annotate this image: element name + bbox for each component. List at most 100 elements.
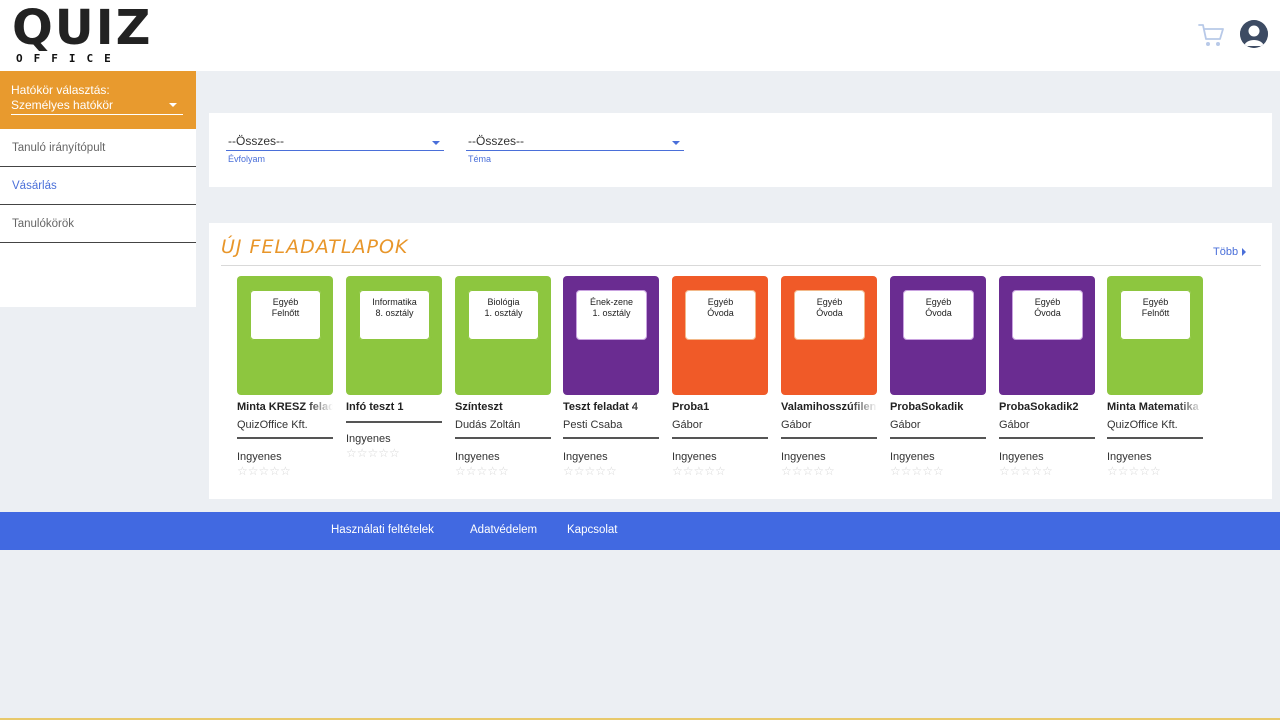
worksheet-subject-tag: Informatika 8. osztály: [357, 288, 432, 342]
worksheet-thumbnail[interactable]: Egyéb Óvoda: [999, 276, 1095, 395]
privacy-link[interactable]: Adatvédelem: [470, 524, 537, 536]
card-divider: [1107, 437, 1203, 439]
more-link-label: Több: [1213, 246, 1239, 258]
subject-label: Informatika: [372, 297, 417, 307]
worksheet-thumbnail[interactable]: Egyéb Óvoda: [781, 276, 877, 395]
caret-down-icon: [672, 141, 680, 145]
worksheet-price: Ingyenes: [672, 451, 717, 463]
card-divider: [781, 437, 877, 439]
worksheet-price: Ingyenes: [999, 451, 1044, 463]
user-avatar-icon[interactable]: [1240, 20, 1268, 48]
worksheet-card[interactable]: Egyéb Óvoda Proba1 Gábor Ingyenes ☆☆☆☆☆: [672, 276, 768, 477]
filter-panel: --Összes-- Évfolyam --Összes-- Téma: [209, 113, 1272, 187]
worksheet-card[interactable]: EgyébÓvoda Valamihosszúfilenév Gábor Ingyen…: [781, 276, 877, 477]
star-rating-icon[interactable]: ☆☆☆☆☆: [563, 465, 617, 477]
worksheet-card[interactable]: Ének-zene 1. osztály Teszt feladat 4 Pesti …: [563, 276, 659, 477]
contact-link[interactable]: Kapcsolat: [567, 524, 618, 536]
star-rating-icon[interactable]: ☆☆☆☆☆: [672, 465, 726, 477]
shopping-cart-icon[interactable]: [1197, 22, 1225, 48]
top-header: QUIZ OFFICE: [0, 0, 1280, 71]
grade-level-label: Óvoda: [1034, 308, 1061, 318]
terms-link[interactable]: Használati feltételek: [331, 524, 434, 536]
worksheet-thumbnail[interactable]: Egyéb Óvoda: [890, 276, 986, 395]
subject-label: Egyéb: [272, 297, 299, 307]
star-rating-icon[interactable]: ☆☆☆☆☆: [999, 465, 1053, 477]
star-rating-icon[interactable]: ☆☆☆☆☆: [237, 465, 291, 477]
sidebar-item-dashboard[interactable]: Tanuló irányítópult: [0, 129, 196, 167]
grade-select-value: --Összes--: [228, 134, 284, 148]
worksheet-title[interactable]: Színteszt: [455, 401, 551, 413]
subject-label: Egyéb: [707, 297, 734, 307]
worksheet-card[interactable]: Egyéb Felnőtt Minta Matematika QuizOffice K…: [1107, 276, 1203, 477]
worksheet-price: Ingyenes: [455, 451, 500, 463]
worksheet-title[interactable]: Infó teszt 1: [346, 401, 442, 413]
grade-level-label: 1. osztály: [484, 308, 523, 318]
scope-select[interactable]: Személyes hatókör: [11, 97, 183, 115]
star-rating-icon[interactable]: ☆☆☆☆☆: [1107, 465, 1161, 477]
subject-label: Ének-zene: [589, 297, 634, 307]
card-divider: [672, 437, 768, 439]
worksheet-card[interactable]: Egyéb Óvoda ProbaSokadik2 Gábor Ingyenes ☆☆☆☆…: [999, 276, 1095, 477]
subject-label: Biológia: [487, 297, 520, 307]
worksheet-title[interactable]: Minta KRESZ feladatlap: [237, 401, 333, 413]
caret-down-icon: [432, 141, 440, 145]
logo-wordmark: QUIZ: [12, 0, 153, 56]
worksheet-thumbnail[interactable]: Egyéb Felnőtt: [1107, 276, 1203, 395]
star-rating-icon[interactable]: ☆☆☆☆☆: [455, 465, 509, 477]
quizoffice-logo[interactable]: QUIZ OFFICE: [12, 0, 152, 66]
subject-label: Egyéb: [925, 297, 952, 307]
worksheet-title[interactable]: ProbaSokadik: [890, 401, 986, 413]
grade-level-label: Óvoda: [816, 308, 843, 318]
caret-right-icon: [1242, 248, 1247, 256]
worksheet-thumbnail[interactable]: Biológia 1. osztály: [455, 276, 551, 395]
scope-label: Hatókör választás:: [11, 83, 110, 97]
subject-label: Egyéb: [1034, 297, 1061, 307]
worksheet-author: Gábor: [672, 419, 703, 431]
star-rating-icon[interactable]: ☆☆☆☆☆: [346, 447, 400, 459]
worksheet-price: Ingyenes: [781, 451, 826, 463]
topic-select-value: --Összes--: [468, 134, 524, 148]
grade-level-label: Felnőtt: [1141, 308, 1170, 318]
worksheet-thumbnail[interactable]: Egyéb Óvoda: [672, 276, 768, 395]
worksheet-subject-tag: Egyéb Felnőtt: [1118, 288, 1193, 342]
grade-select[interactable]: --Összes--: [226, 131, 444, 151]
grade-filter[interactable]: --Összes-- Évfolyam: [226, 131, 444, 164]
scope-value: Személyes hatókör: [11, 98, 114, 112]
worksheet-title[interactable]: Minta Matematika: [1107, 401, 1203, 413]
topic-filter[interactable]: --Összes-- Téma: [466, 131, 684, 164]
worksheet-subject-tag: Egyéb Óvoda: [1010, 288, 1085, 342]
grade-level-label: Óvoda: [707, 308, 734, 318]
worksheet-card[interactable]: EgyébFelnőtt Minta KRESZ feladatlap QuizOf…: [237, 276, 333, 477]
worksheet-card[interactable]: Biológia 1. osztály Színteszt Dudás Zoltán I…: [455, 276, 551, 477]
worksheet-card[interactable]: Egyéb Óvoda ProbaSokadik Gábor Ingyenes ☆☆☆☆☆: [890, 276, 986, 477]
star-rating-icon[interactable]: ☆☆☆☆☆: [781, 465, 835, 477]
worksheet-title[interactable]: Valamihosszúfilenév: [781, 401, 877, 413]
subject-label: Egyéb: [1142, 297, 1169, 307]
worksheet-author: Dudás Zoltán: [455, 419, 521, 431]
worksheet-subject-tag: Ének-zene 1. osztály: [574, 288, 649, 342]
star-rating-icon[interactable]: ☆☆☆☆☆: [890, 465, 944, 477]
worksheet-thumbnail[interactable]: Egyéb Felnőtt: [237, 276, 333, 395]
worksheet-price: Ingyenes: [563, 451, 608, 463]
topic-select[interactable]: --Összes--: [466, 131, 684, 151]
logo-subtitle: OFFICE: [16, 52, 122, 65]
sidebar-item-study-groups[interactable]: Tanulókörök: [0, 205, 196, 243]
worksheet-card[interactable]: Informatika 8. osztály Infó teszt 1 Ingyene…: [346, 276, 442, 471]
caret-down-icon: [169, 103, 177, 107]
scope-selector[interactable]: Hatókör választás: Személyes hatókör: [0, 71, 196, 129]
grade-level-label: Óvoda: [925, 308, 952, 318]
worksheet-title[interactable]: Proba1: [672, 401, 768, 413]
worksheet-thumbnail[interactable]: Informatika 8. osztály: [346, 276, 442, 395]
worksheet-subject-tag: Egyéb Felnőtt: [248, 288, 323, 342]
sidebar-item-purchase[interactable]: Vásárlás: [0, 167, 196, 205]
worksheet-thumbnail[interactable]: Ének-zene 1. osztály: [563, 276, 659, 395]
worksheet-title[interactable]: Teszt feladat 4: [563, 401, 659, 413]
worksheet-author: Gábor: [999, 419, 1030, 431]
worksheet-price: Ingyenes: [237, 451, 282, 463]
worksheet-title[interactable]: ProbaSokadik2: [999, 401, 1095, 413]
grade-level-label: 1. osztály: [592, 308, 631, 318]
worksheet-subject-tag: Egyéb Óvoda: [683, 288, 758, 342]
worksheet-author: Gábor: [890, 419, 921, 431]
more-link[interactable]: Több: [1213, 246, 1247, 258]
worksheet-author: Pesti Csaba: [563, 419, 623, 431]
